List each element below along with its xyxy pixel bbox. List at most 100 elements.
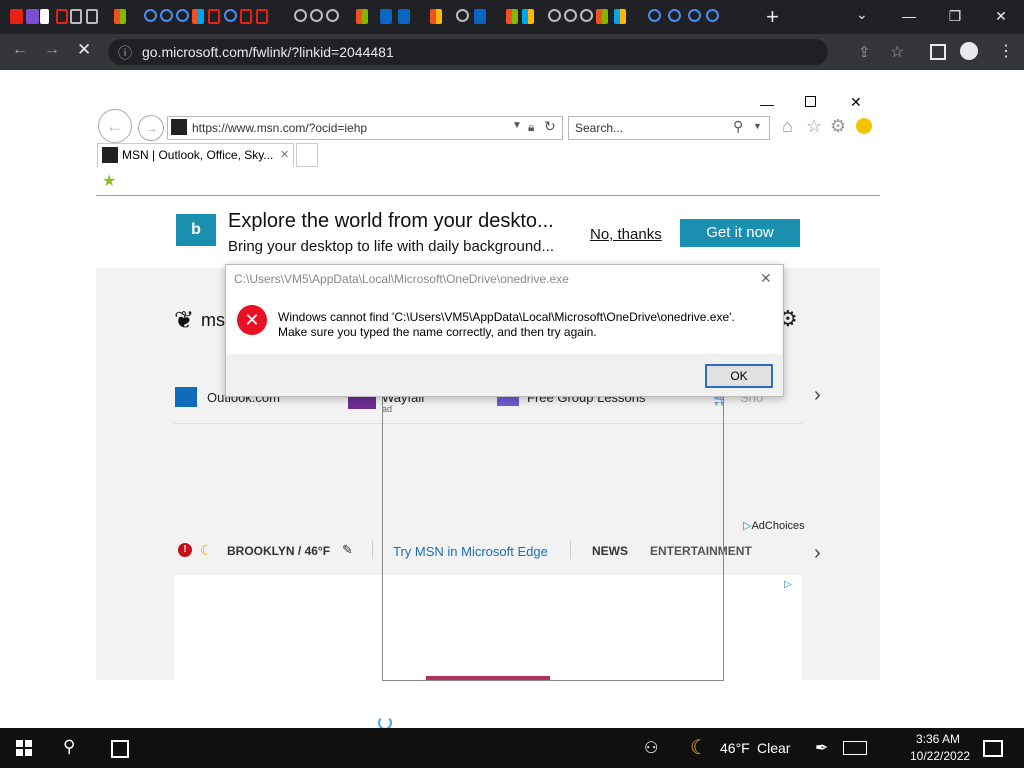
office-tab-icon[interactable] bbox=[240, 9, 252, 24]
clock-time[interactable]: 3:36 AM bbox=[916, 732, 960, 746]
ie-back-button[interactable]: ← bbox=[98, 109, 132, 143]
microsoft-tab-icon[interactable] bbox=[506, 9, 518, 24]
stop-loading-icon[interactable]: ✕ bbox=[77, 40, 91, 60]
dialog-close-button[interactable]: ✕ bbox=[760, 270, 772, 287]
smiley-feedback-icon[interactable] bbox=[856, 118, 872, 134]
tab-icon[interactable] bbox=[26, 9, 39, 24]
ad-info-icon[interactable]: ▷ bbox=[784, 579, 792, 590]
forward-icon[interactable]: → bbox=[44, 41, 60, 59]
linkedin-tab-icon[interactable] bbox=[474, 9, 486, 24]
search-dropdown-icon[interactable]: ▼ bbox=[753, 121, 762, 131]
close-button[interactable]: ✕ bbox=[978, 0, 1024, 32]
ie-maximize-button[interactable] bbox=[805, 96, 816, 107]
share-icon[interactable]: ⇪ bbox=[858, 43, 871, 61]
loading-tab-icon[interactable] bbox=[564, 9, 577, 22]
office-tab-icon[interactable] bbox=[256, 9, 268, 24]
settings-gear-icon[interactable]: ⚙ bbox=[830, 116, 846, 137]
download-tab-icon[interactable] bbox=[40, 9, 49, 24]
people-icon[interactable]: ⚇ bbox=[644, 738, 658, 758]
new-tab-button[interactable]: + bbox=[766, 4, 779, 30]
loading-tab-icon[interactable] bbox=[668, 9, 681, 22]
weather-alert-icon[interactable]: ! bbox=[178, 543, 192, 557]
weather-location[interactable]: BROOKLYN / 46°F bbox=[227, 544, 330, 558]
loading-tab-icon[interactable] bbox=[688, 9, 701, 22]
office-tab-icon[interactable] bbox=[208, 9, 220, 24]
start-button[interactable] bbox=[16, 740, 32, 756]
ie-address-bar[interactable]: https://www.msn.com/?ocid=iehp ▼ 🔒︎ ↻ bbox=[167, 116, 563, 140]
loading-tab-icon[interactable] bbox=[706, 9, 719, 22]
task-view-icon[interactable] bbox=[111, 740, 129, 758]
add-favorite-icon[interactable]: ★ bbox=[102, 171, 116, 191]
weather-moon-icon[interactable]: ☾ bbox=[690, 735, 708, 760]
tab-icon[interactable] bbox=[70, 9, 82, 24]
lock-icon[interactable]: 🔒︎ bbox=[528, 120, 534, 135]
quicklinks-next-icon[interactable]: › bbox=[814, 384, 821, 407]
side-panel-icon[interactable] bbox=[930, 44, 946, 60]
pen-icon[interactable]: ✒ bbox=[815, 738, 828, 758]
msn-logo-text[interactable]: ms bbox=[201, 310, 225, 331]
loading-tab-icon[interactable] bbox=[176, 9, 189, 22]
no-thanks-link[interactable]: No, thanks bbox=[590, 226, 662, 243]
ok-button[interactable]: OK bbox=[705, 364, 773, 388]
clock-date[interactable]: 10/22/2022 bbox=[910, 749, 970, 763]
tab-icon[interactable] bbox=[86, 9, 98, 24]
loading-tab-icon[interactable] bbox=[224, 9, 237, 22]
edit-location-icon[interactable]: ✎ bbox=[342, 542, 353, 558]
adchoices-link[interactable]: ▷AdChoices bbox=[743, 519, 805, 532]
minimize-button[interactable]: — bbox=[886, 0, 932, 32]
site-info-icon[interactable]: ⓘ bbox=[118, 43, 132, 63]
loading-tab-icon[interactable] bbox=[310, 9, 323, 22]
ie-search-box[interactable]: Search... ⚲ ▼ bbox=[568, 116, 770, 140]
microsoft-tab-icon[interactable] bbox=[614, 9, 626, 24]
loading-tab-icon[interactable] bbox=[294, 9, 307, 22]
search-icon[interactable]: ⚲ bbox=[733, 118, 743, 135]
tab-search-icon[interactable]: ⌄ bbox=[856, 6, 868, 23]
restore-button[interactable]: ❐ bbox=[932, 0, 978, 32]
search-placeholder[interactable]: Search... bbox=[575, 121, 623, 135]
loading-tab-icon[interactable] bbox=[580, 9, 593, 22]
address-bar[interactable]: ⓘ go.microsoft.com/fwlink/?linkid=204448… bbox=[108, 39, 828, 65]
back-icon[interactable]: ← bbox=[12, 41, 28, 59]
loading-tab-icon[interactable] bbox=[456, 9, 469, 22]
taskbar-weather-condition[interactable]: Clear bbox=[757, 740, 790, 756]
ie-url-text[interactable]: https://www.msn.com/?ocid=iehp bbox=[192, 121, 367, 135]
ie-close-button[interactable]: ✕ bbox=[850, 94, 862, 111]
home-icon[interactable]: ⌂ bbox=[782, 116, 793, 137]
ie-forward-button[interactable]: → bbox=[138, 115, 164, 141]
youtube-tab-icon[interactable] bbox=[10, 9, 23, 24]
microsoft-tab-icon[interactable] bbox=[596, 9, 608, 24]
bookmark-star-icon[interactable]: ☆ bbox=[890, 42, 904, 62]
adchoices-label[interactable]: AdChoices bbox=[751, 520, 804, 532]
ie-new-tab-button[interactable] bbox=[296, 143, 318, 167]
refresh-icon[interactable]: ↻ bbox=[544, 118, 556, 135]
ie-tab-title[interactable]: MSN | Outlook, Office, Sky... bbox=[122, 148, 273, 162]
microsoft-tab-icon[interactable] bbox=[114, 9, 126, 24]
loading-tab-icon[interactable] bbox=[326, 9, 339, 22]
menu-icon[interactable]: ⋮ bbox=[998, 41, 1014, 61]
ie-minimize-button[interactable]: — bbox=[760, 96, 774, 112]
loading-tab-icon[interactable] bbox=[548, 9, 561, 22]
linkedin-tab-icon[interactable] bbox=[380, 9, 392, 24]
microsoft-tab-icon[interactable] bbox=[192, 9, 204, 24]
url-text[interactable]: go.microsoft.com/fwlink/?linkid=2044481 bbox=[142, 44, 394, 60]
msn-butterfly-icon[interactable]: ❦ bbox=[174, 306, 194, 335]
profile-avatar[interactable] bbox=[960, 42, 978, 60]
nav-next-icon[interactable]: › bbox=[814, 542, 821, 565]
microsoft-tab-icon[interactable] bbox=[522, 9, 534, 24]
keyboard-icon[interactable] bbox=[843, 741, 867, 755]
search-icon[interactable]: ⚲ bbox=[63, 737, 75, 757]
dropdown-arrow-icon[interactable]: ▼ bbox=[512, 120, 522, 131]
favorites-star-icon[interactable]: ☆ bbox=[806, 116, 822, 137]
linkedin-tab-icon[interactable] bbox=[398, 9, 410, 24]
loading-tab-icon[interactable] bbox=[160, 9, 173, 22]
ie-tab[interactable]: MSN | Outlook, Office, Sky... ✕ bbox=[97, 143, 294, 167]
microsoft-tab-icon[interactable] bbox=[356, 9, 368, 24]
notifications-icon[interactable] bbox=[983, 740, 1003, 757]
loading-tab-icon[interactable] bbox=[144, 9, 157, 22]
loading-tab-icon[interactable] bbox=[648, 9, 661, 22]
ie-tab-close-button[interactable]: ✕ bbox=[280, 148, 289, 161]
office-tab-icon[interactable] bbox=[56, 9, 68, 24]
get-it-now-button[interactable]: Get it now bbox=[680, 219, 800, 247]
microsoft-tab-icon[interactable] bbox=[430, 9, 442, 24]
taskbar-temperature[interactable]: 46°F bbox=[720, 740, 750, 756]
